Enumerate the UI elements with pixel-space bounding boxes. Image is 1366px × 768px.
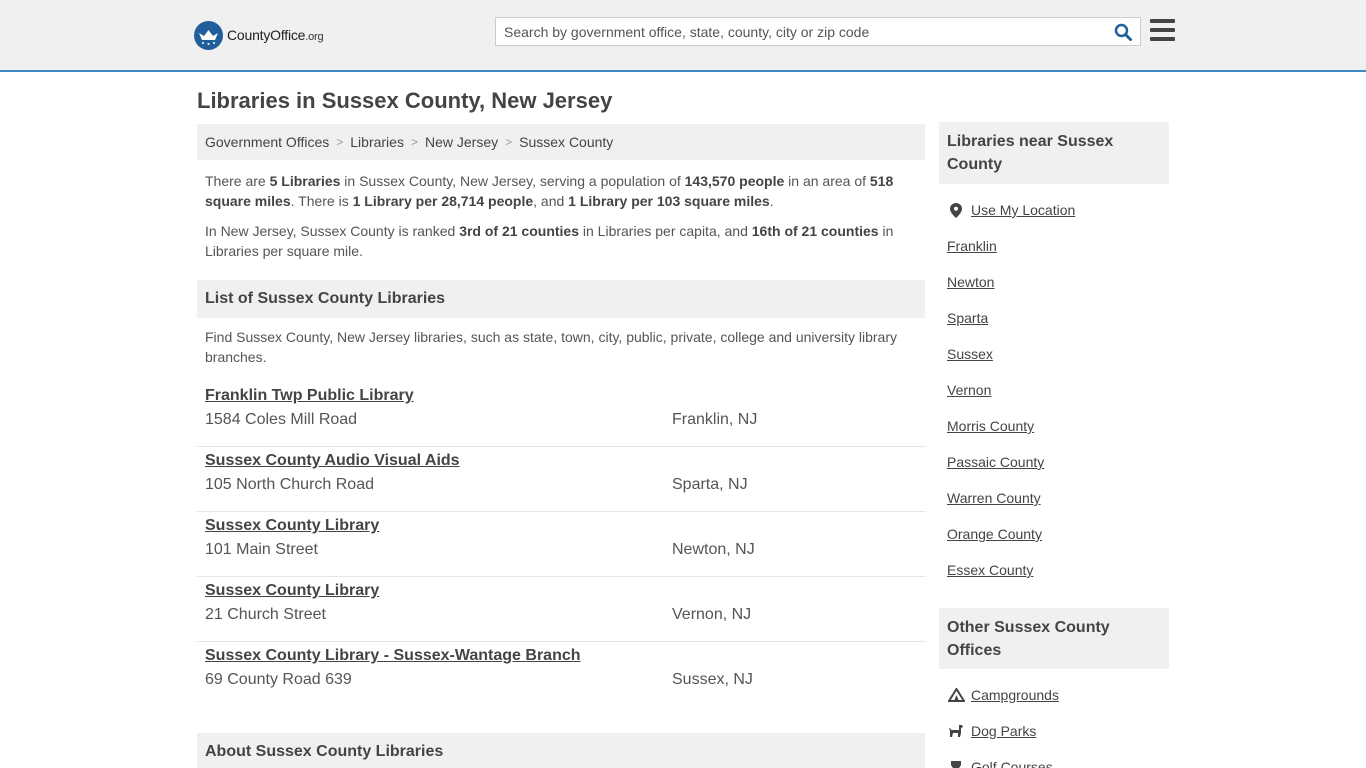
library-name-link[interactable]: Sussex County Audio Visual Aids	[205, 452, 460, 470]
library-address: 101 Main Street	[205, 541, 318, 558]
tent-icon	[947, 687, 965, 703]
search-button[interactable]	[1106, 18, 1140, 45]
about-section-title: About Sussex County Libraries	[197, 733, 925, 768]
list-section-title: List of Sussex County Libraries	[197, 280, 925, 318]
other-office-link[interactable]: Campgrounds	[971, 687, 1059, 703]
search-input[interactable]	[496, 18, 1106, 45]
breadcrumb-item[interactable]: New Jersey	[425, 134, 498, 150]
library-name-link[interactable]: Sussex County Library	[205, 517, 379, 535]
use-my-location-link[interactable]: Use My Location	[971, 202, 1075, 218]
breadcrumb-separator-icon: >	[505, 135, 513, 149]
intro-paragraph-rank: In New Jersey, Sussex County is ranked 3…	[205, 223, 894, 259]
map-pin-icon	[947, 202, 965, 218]
nearby-item: Morris County	[947, 408, 1167, 444]
breadcrumb-item[interactable]: Sussex County	[519, 134, 613, 150]
list-item: Sussex County Library 21 Church Street V…	[197, 577, 925, 642]
nearby-link[interactable]: Vernon	[947, 382, 991, 398]
breadcrumb-separator-icon: >	[336, 135, 344, 149]
nearby-link[interactable]: Sussex	[947, 346, 993, 362]
search-bar	[495, 17, 1141, 46]
other-office-item: Golf Courses	[947, 749, 1167, 768]
library-city: Franklin, NJ	[672, 411, 758, 428]
list-item: Sussex County Library 101 Main Street Ne…	[197, 512, 925, 577]
nearby-item: Newton	[947, 264, 1167, 300]
nearby-item: Passaic County	[947, 444, 1167, 480]
nearby-link[interactable]: Sparta	[947, 310, 988, 326]
nearby-link[interactable]: Orange County	[947, 526, 1042, 542]
logo-tld: .org	[305, 31, 324, 43]
use-location-item: Use My Location	[947, 192, 1167, 228]
library-city: Vernon, NJ	[672, 606, 752, 623]
list-item: Franklin Twp Public Library 1584 Coles M…	[197, 382, 925, 447]
dog-icon	[947, 723, 965, 739]
nearby-item: Orange County	[947, 516, 1167, 552]
intro-paragraph-stats: There are 5 Libraries in Sussex County, …	[205, 173, 894, 209]
breadcrumb-separator-icon: >	[410, 135, 418, 149]
library-address: 21 Church Street	[205, 606, 326, 623]
other-offices-title: Other Sussex County Offices	[939, 608, 1169, 669]
nearby-libraries-title: Libraries near Sussex County	[939, 122, 1169, 184]
logo-text: CountyOffice	[227, 27, 306, 43]
list-item: Sussex County Library - Sussex-Wantage B…	[197, 642, 925, 707]
nearby-link[interactable]: Franklin	[947, 238, 997, 254]
trophy-icon	[947, 759, 965, 768]
other-office-link[interactable]: Golf Courses	[971, 759, 1053, 768]
site-header: CountyOffice.org	[0, 0, 1366, 72]
nearby-item: Sussex	[947, 336, 1167, 372]
nearby-item: Franklin	[947, 228, 1167, 264]
breadcrumb-item[interactable]: Libraries	[350, 134, 404, 150]
hamburger-menu-icon[interactable]	[1150, 19, 1175, 41]
other-offices-list: Campgrounds Dog Parks Golf Courses	[947, 677, 1167, 768]
nearby-link[interactable]: Morris County	[947, 418, 1034, 434]
library-address: 105 North Church Road	[205, 476, 374, 493]
per-capita: 1 Library per 28,714 people	[352, 193, 534, 209]
nearby-link[interactable]: Passaic County	[947, 454, 1044, 470]
site-logo[interactable]: CountyOffice.org	[194, 20, 324, 50]
rank-per-area: 16th of 21 counties	[751, 223, 879, 239]
breadcrumb: Government Offices > Libraries > New Jer…	[197, 124, 925, 160]
library-address: 1584 Coles Mill Road	[205, 411, 358, 428]
nearby-link[interactable]: Essex County	[947, 562, 1033, 578]
library-name-link[interactable]: Franklin Twp Public Library	[205, 387, 414, 405]
nearby-item: Vernon	[947, 372, 1167, 408]
library-count: 5 Libraries	[269, 173, 341, 189]
other-office-link[interactable]: Dog Parks	[971, 723, 1036, 739]
library-city: Sparta, NJ	[672, 476, 748, 493]
rank-per-capita: 3rd of 21 counties	[459, 223, 579, 239]
nearby-item: Essex County	[947, 552, 1167, 588]
nearby-item: Warren County	[947, 480, 1167, 516]
library-city: Sussex, NJ	[672, 671, 753, 688]
library-list: Franklin Twp Public Library 1584 Coles M…	[197, 382, 925, 707]
nearby-item: Sparta	[947, 300, 1167, 336]
nearby-libraries-list: Use My Location Franklin Newton Sparta S…	[947, 192, 1167, 588]
other-office-item: Campgrounds	[947, 677, 1167, 713]
list-description: Find Sussex County, New Jersey libraries…	[205, 329, 897, 365]
per-area: 1 Library per 103 square miles	[568, 193, 770, 209]
population: 143,570 people	[684, 173, 785, 189]
list-item: Sussex County Audio Visual Aids 105 Nort…	[197, 447, 925, 512]
other-office-item: Dog Parks	[947, 713, 1167, 749]
nearby-link[interactable]: Warren County	[947, 490, 1041, 506]
library-address: 69 County Road 639	[205, 671, 352, 688]
library-name-link[interactable]: Sussex County Library - Sussex-Wantage B…	[205, 647, 581, 665]
page-title: Libraries in Sussex County, New Jersey	[197, 88, 613, 113]
nearby-link[interactable]: Newton	[947, 274, 994, 290]
library-name-link[interactable]: Sussex County Library	[205, 582, 379, 600]
library-city: Newton, NJ	[672, 541, 755, 558]
intro-text: There are 5 Libraries in Sussex County, …	[205, 171, 915, 271]
breadcrumb-item[interactable]: Government Offices	[205, 134, 329, 150]
logo-seal-icon	[194, 20, 223, 50]
search-icon	[1114, 23, 1132, 41]
